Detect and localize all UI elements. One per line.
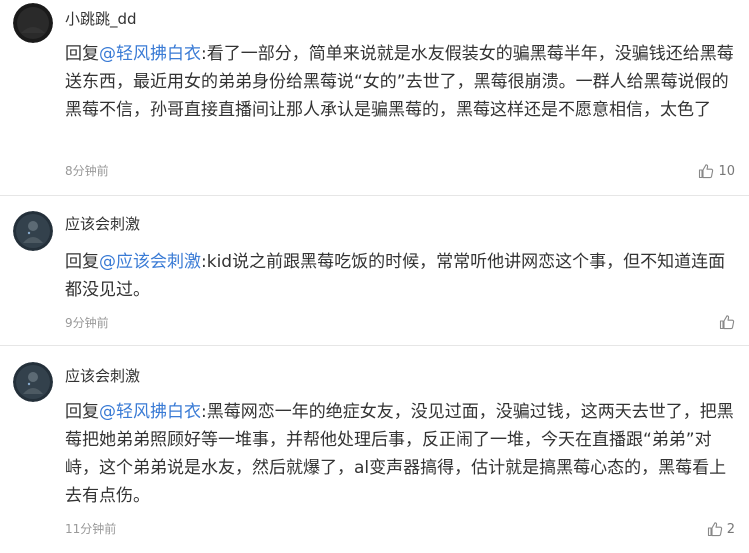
user-avatar[interactable] [13, 362, 53, 402]
reply-prefix: 回复 [65, 252, 99, 272]
divider [0, 345, 749, 346]
thumbs-up-icon [719, 314, 735, 330]
comment-text: 回复@轻风拂白衣:黑莓网恋一年的绝症女友，没见过面，没骗过钱，这两天去世了，把黑… [65, 398, 739, 510]
comment-time: 8分钟前 [65, 164, 109, 178]
like-button[interactable] [719, 313, 735, 331]
like-button[interactable]: 10 [698, 162, 735, 180]
username[interactable]: 小跳跳_dd [65, 9, 137, 29]
reply-prefix: 回复 [65, 402, 99, 422]
comment-text: 回复@应该会刺激:kid说之前跟黑莓吃饭的时候，常常听他讲网恋这个事，但不知道连… [65, 248, 739, 304]
reply-prefix: 回复 [65, 44, 99, 64]
mention-link[interactable]: @轻风拂白衣 [99, 44, 201, 64]
thumbs-up-icon [707, 521, 723, 537]
divider [0, 195, 749, 196]
like-count: 10 [718, 163, 735, 179]
username[interactable]: 应该会刺激 [65, 366, 140, 386]
mention-link[interactable]: @轻风拂白衣 [99, 402, 201, 422]
user-avatar[interactable] [13, 3, 53, 43]
mention-link[interactable]: @应该会刺激 [99, 252, 201, 272]
comment-time: 11分钟前 [65, 522, 117, 536]
like-button[interactable]: 2 [707, 520, 735, 538]
thumbs-up-icon [698, 163, 714, 179]
user-avatar[interactable] [13, 211, 53, 251]
like-count: 2 [726, 521, 735, 537]
comment-time: 9分钟前 [65, 316, 109, 330]
username[interactable]: 应该会刺激 [65, 214, 140, 234]
comment-text: 回复@轻风拂白衣:看了一部分，简单来说就是水友假装女的骗黑莓半年，没骗钱还给黑莓… [65, 40, 739, 124]
